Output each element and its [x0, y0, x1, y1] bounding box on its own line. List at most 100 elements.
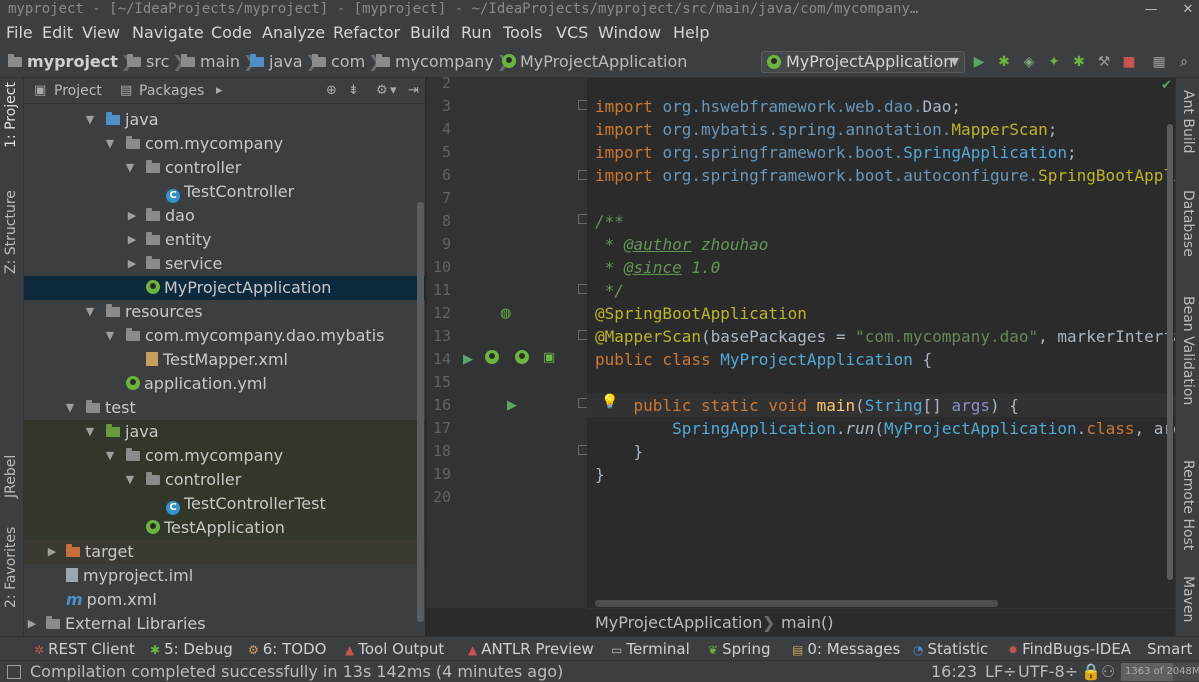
project-scrollbar[interactable]: [417, 202, 424, 622]
tree-item[interactable]: C TestControllerTest: [24, 492, 425, 516]
tree-item[interactable]: ▶ External Libraries: [24, 612, 425, 636]
coverage-icon[interactable]: ◈: [1021, 54, 1037, 70]
breadcrumb-class[interactable]: MyProjectApplication: [502, 46, 687, 78]
debug-icon[interactable]: ✱: [996, 54, 1012, 70]
menu-window[interactable]: Window: [598, 22, 661, 44]
tree-item[interactable]: m pom.xml: [24, 588, 425, 612]
line-separator[interactable]: LF÷: [985, 661, 1017, 682]
lightbulb-icon[interactable]: 💡: [601, 394, 618, 410]
tab-structure[interactable]: Z: Structure: [3, 190, 19, 274]
editor-scrollbar[interactable]: [1167, 124, 1173, 580]
run-configuration-select[interactable]: MyProjectApplication ▼: [761, 51, 965, 73]
expand-arrow-icon[interactable]: ▼: [84, 108, 96, 132]
expand-arrow-icon[interactable]: ▼: [104, 444, 116, 468]
gear-icon[interactable]: ⚙: [376, 78, 388, 104]
breadcrumb-project[interactable]: myproject❯: [8, 46, 134, 78]
expand-arrow-icon[interactable]: ▼: [104, 324, 116, 348]
expand-arrow-icon[interactable]: ▶: [46, 540, 58, 564]
tab-bean-validation[interactable]: Bean Validation: [1180, 296, 1196, 405]
locate-icon[interactable]: ⊕: [326, 78, 337, 104]
inspection-ok-icon[interactable]: ✔: [1161, 78, 1172, 93]
menu-build[interactable]: Build: [410, 22, 450, 44]
expand-arrow-icon[interactable]: ▼: [84, 300, 96, 324]
tab-favorites[interactable]: 2: Favorites: [3, 527, 19, 608]
menu-tools[interactable]: Tools: [503, 22, 542, 44]
search-icon[interactable]: ⌕: [1176, 54, 1192, 70]
tree-item[interactable]: ▼ com.mycompany: [24, 444, 425, 468]
tree-item[interactable]: C TestController: [24, 180, 425, 204]
tree-item[interactable]: TestMapper.xml: [24, 348, 425, 372]
tree-item[interactable]: ▼ com.mycompany.dao.mybatis: [24, 324, 425, 348]
tree-item[interactable]: ▼ java: [24, 420, 425, 444]
tree-item[interactable]: TestApplication: [24, 516, 425, 540]
tab-remote-host[interactable]: Remote Host: [1180, 460, 1196, 550]
menu-navigate[interactable]: Navigate: [132, 22, 204, 44]
breadcrumb-main[interactable]: main❯: [181, 46, 256, 78]
tree-item[interactable]: ▶ target: [24, 540, 425, 564]
tree-item[interactable]: ▼ java: [24, 108, 425, 132]
tab-smart[interactable]: Smart: [1147, 637, 1192, 661]
tab-findbugs[interactable]: ✹ FindBugs-IDEA: [1008, 637, 1131, 662]
code-editor[interactable]: import org.hswebframework.web.dao.Dao; i…: [587, 78, 1175, 608]
jrebel-run-icon[interactable]: ✦: [1046, 54, 1062, 70]
breadcrumb-src[interactable]: src ❯: [127, 46, 186, 78]
run-icon[interactable]: ▶: [971, 54, 987, 70]
expand-arrow-icon[interactable]: ▼: [104, 132, 116, 156]
stop-icon[interactable]: ■: [1121, 54, 1137, 70]
tree-item[interactable]: ▶ entity: [24, 228, 425, 252]
tree-item[interactable]: ▼ controller: [24, 468, 425, 492]
tool-windows-toggle-icon[interactable]: [7, 665, 21, 679]
tab-packages-view[interactable]: Packages: [139, 78, 204, 104]
editor-breadcrumb-class[interactable]: MyProjectApplication: [595, 609, 762, 637]
close-icon[interactable]: ✕: [1177, 0, 1199, 20]
expand-arrow-icon[interactable]: ▼: [64, 396, 76, 420]
memory-indicator[interactable]: 1363 of 2048M: [1121, 663, 1199, 681]
tree-item[interactable]: ▼ controller: [24, 156, 425, 180]
spring-class-icon[interactable]: [485, 350, 503, 367]
breadcrumb-java[interactable]: java❯: [250, 46, 319, 78]
tab-statistic[interactable]: ◔ Statistic: [913, 637, 988, 662]
build-icon[interactable]: ⚒: [1096, 54, 1112, 70]
tree-item[interactable]: ▶ service: [24, 252, 425, 276]
tree-item[interactable]: application.yml: [24, 372, 425, 396]
file-encoding[interactable]: UTF-8÷: [1018, 661, 1078, 682]
jrebel-gutter-icon[interactable]: ▣: [543, 350, 555, 365]
menu-run[interactable]: Run: [461, 22, 492, 44]
menu-refactor[interactable]: Refactor: [333, 22, 400, 44]
git-icon[interactable]: ⚇: [1101, 661, 1115, 682]
status-message[interactable]: Compilation completed successfully in 13…: [30, 661, 563, 682]
tab-project[interactable]: 1: Project: [3, 82, 19, 148]
editor-breadcrumb-method[interactable]: main(): [781, 609, 833, 637]
expand-arrow-icon[interactable]: ▶: [126, 228, 138, 252]
expand-arrow-icon[interactable]: ▶: [126, 252, 138, 276]
expand-arrow-icon[interactable]: ▶: [126, 204, 138, 228]
menu-help[interactable]: Help: [673, 22, 709, 44]
menu-edit[interactable]: Edit: [42, 22, 73, 44]
chevron-right-icon[interactable]: ▸: [216, 78, 223, 104]
breadcrumb-com[interactable]: com ❯: [312, 46, 382, 78]
tab-messages[interactable]: ▤ 0: Messages: [792, 637, 900, 662]
hide-icon[interactable]: ⇥: [408, 78, 419, 104]
tab-terminal[interactable]: ▭ Terminal: [611, 637, 690, 662]
run-class-icon[interactable]: ▶: [463, 352, 473, 367]
expand-arrow-icon[interactable]: ▶: [26, 612, 38, 636]
tab-todo[interactable]: ⚙ 6: TODO: [248, 637, 326, 662]
tab-rest-client[interactable]: ✲ REST Client: [34, 637, 135, 662]
tab-tool-output[interactable]: ▲ Tool Output: [345, 637, 444, 662]
menu-vcs[interactable]: VCS: [556, 22, 588, 44]
tab-project-view[interactable]: Project: [54, 78, 102, 104]
tab-debug[interactable]: ✱ 5: Debug: [150, 637, 233, 662]
caret-position[interactable]: 16:23: [931, 661, 977, 682]
tab-spring[interactable]: ❦ Spring: [708, 637, 770, 662]
tab-ant-build[interactable]: Ant Build: [1180, 90, 1196, 154]
spring-bean-search-icon[interactable]: ◍: [500, 306, 511, 321]
tree-item[interactable]: myproject.iml: [24, 564, 425, 588]
tab-database[interactable]: Database: [1180, 190, 1196, 257]
minimize-icon[interactable]: —: [1140, 0, 1162, 20]
run-method-icon[interactable]: ▶: [507, 398, 517, 413]
menu-file[interactable]: File: [6, 22, 33, 44]
menu-view[interactable]: View: [82, 22, 120, 44]
jrebel-debug-icon[interactable]: ✱: [1071, 54, 1087, 70]
menu-code[interactable]: Code: [211, 22, 252, 44]
project-structure-icon[interactable]: ▦: [1151, 54, 1167, 70]
